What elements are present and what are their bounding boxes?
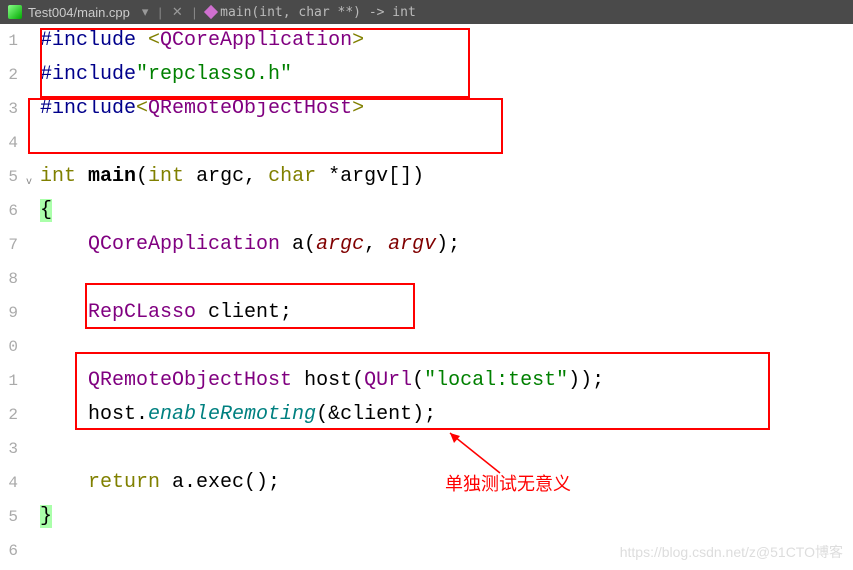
code-line: QRemoteObjectHost host(QUrl("local:test"… (40, 364, 853, 398)
file-tab[interactable]: Test004/main.cpp (0, 0, 138, 24)
tab-filename: Test004/main.cpp (28, 5, 130, 20)
watermark: https://blog.csdn.net/z@51CTO博客 (620, 542, 843, 562)
code-editor[interactable]: 1 2 3 4 5 6 7 8 9 0 1 2 3 4 5 6 v #inclu… (0, 24, 853, 568)
crumb-separator: | (187, 5, 202, 20)
code-line: host.enableRemoting(&client); (40, 398, 853, 432)
function-icon (204, 5, 218, 19)
code-line (40, 126, 853, 160)
tab-close-icon[interactable]: ✕ (168, 4, 187, 20)
tab-dropdown-icon[interactable]: ▾ (138, 4, 153, 20)
cpp-file-icon (8, 5, 22, 19)
code-line (40, 262, 853, 296)
code-line (40, 432, 853, 466)
code-line: #include"repclasso.h" (40, 58, 853, 92)
code-line: QCoreApplication a(argc, argv); (40, 228, 853, 262)
code-line: RepCLasso client; (40, 296, 853, 330)
code-line: int main(int argc, char *argv[]) (40, 160, 853, 194)
breadcrumb[interactable]: main(int, char **) -> int (220, 5, 416, 20)
code-line (40, 330, 853, 364)
code-line: #include <QCoreApplication> (40, 24, 853, 58)
tab-bar: Test004/main.cpp ▾ | ✕ | main(int, char … (0, 0, 853, 24)
code-area[interactable]: #include <QCoreApplication> #include"rep… (22, 24, 853, 568)
annotation-text: 单独测试无意义 (445, 470, 571, 496)
code-line: } (40, 500, 853, 534)
code-line: #include<QRemoteObjectHost> (40, 92, 853, 126)
tab-separator: | (152, 5, 167, 20)
code-line: { (40, 194, 853, 228)
line-gutter: 1 2 3 4 5 6 7 8 9 0 1 2 3 4 5 6 v (0, 24, 22, 568)
